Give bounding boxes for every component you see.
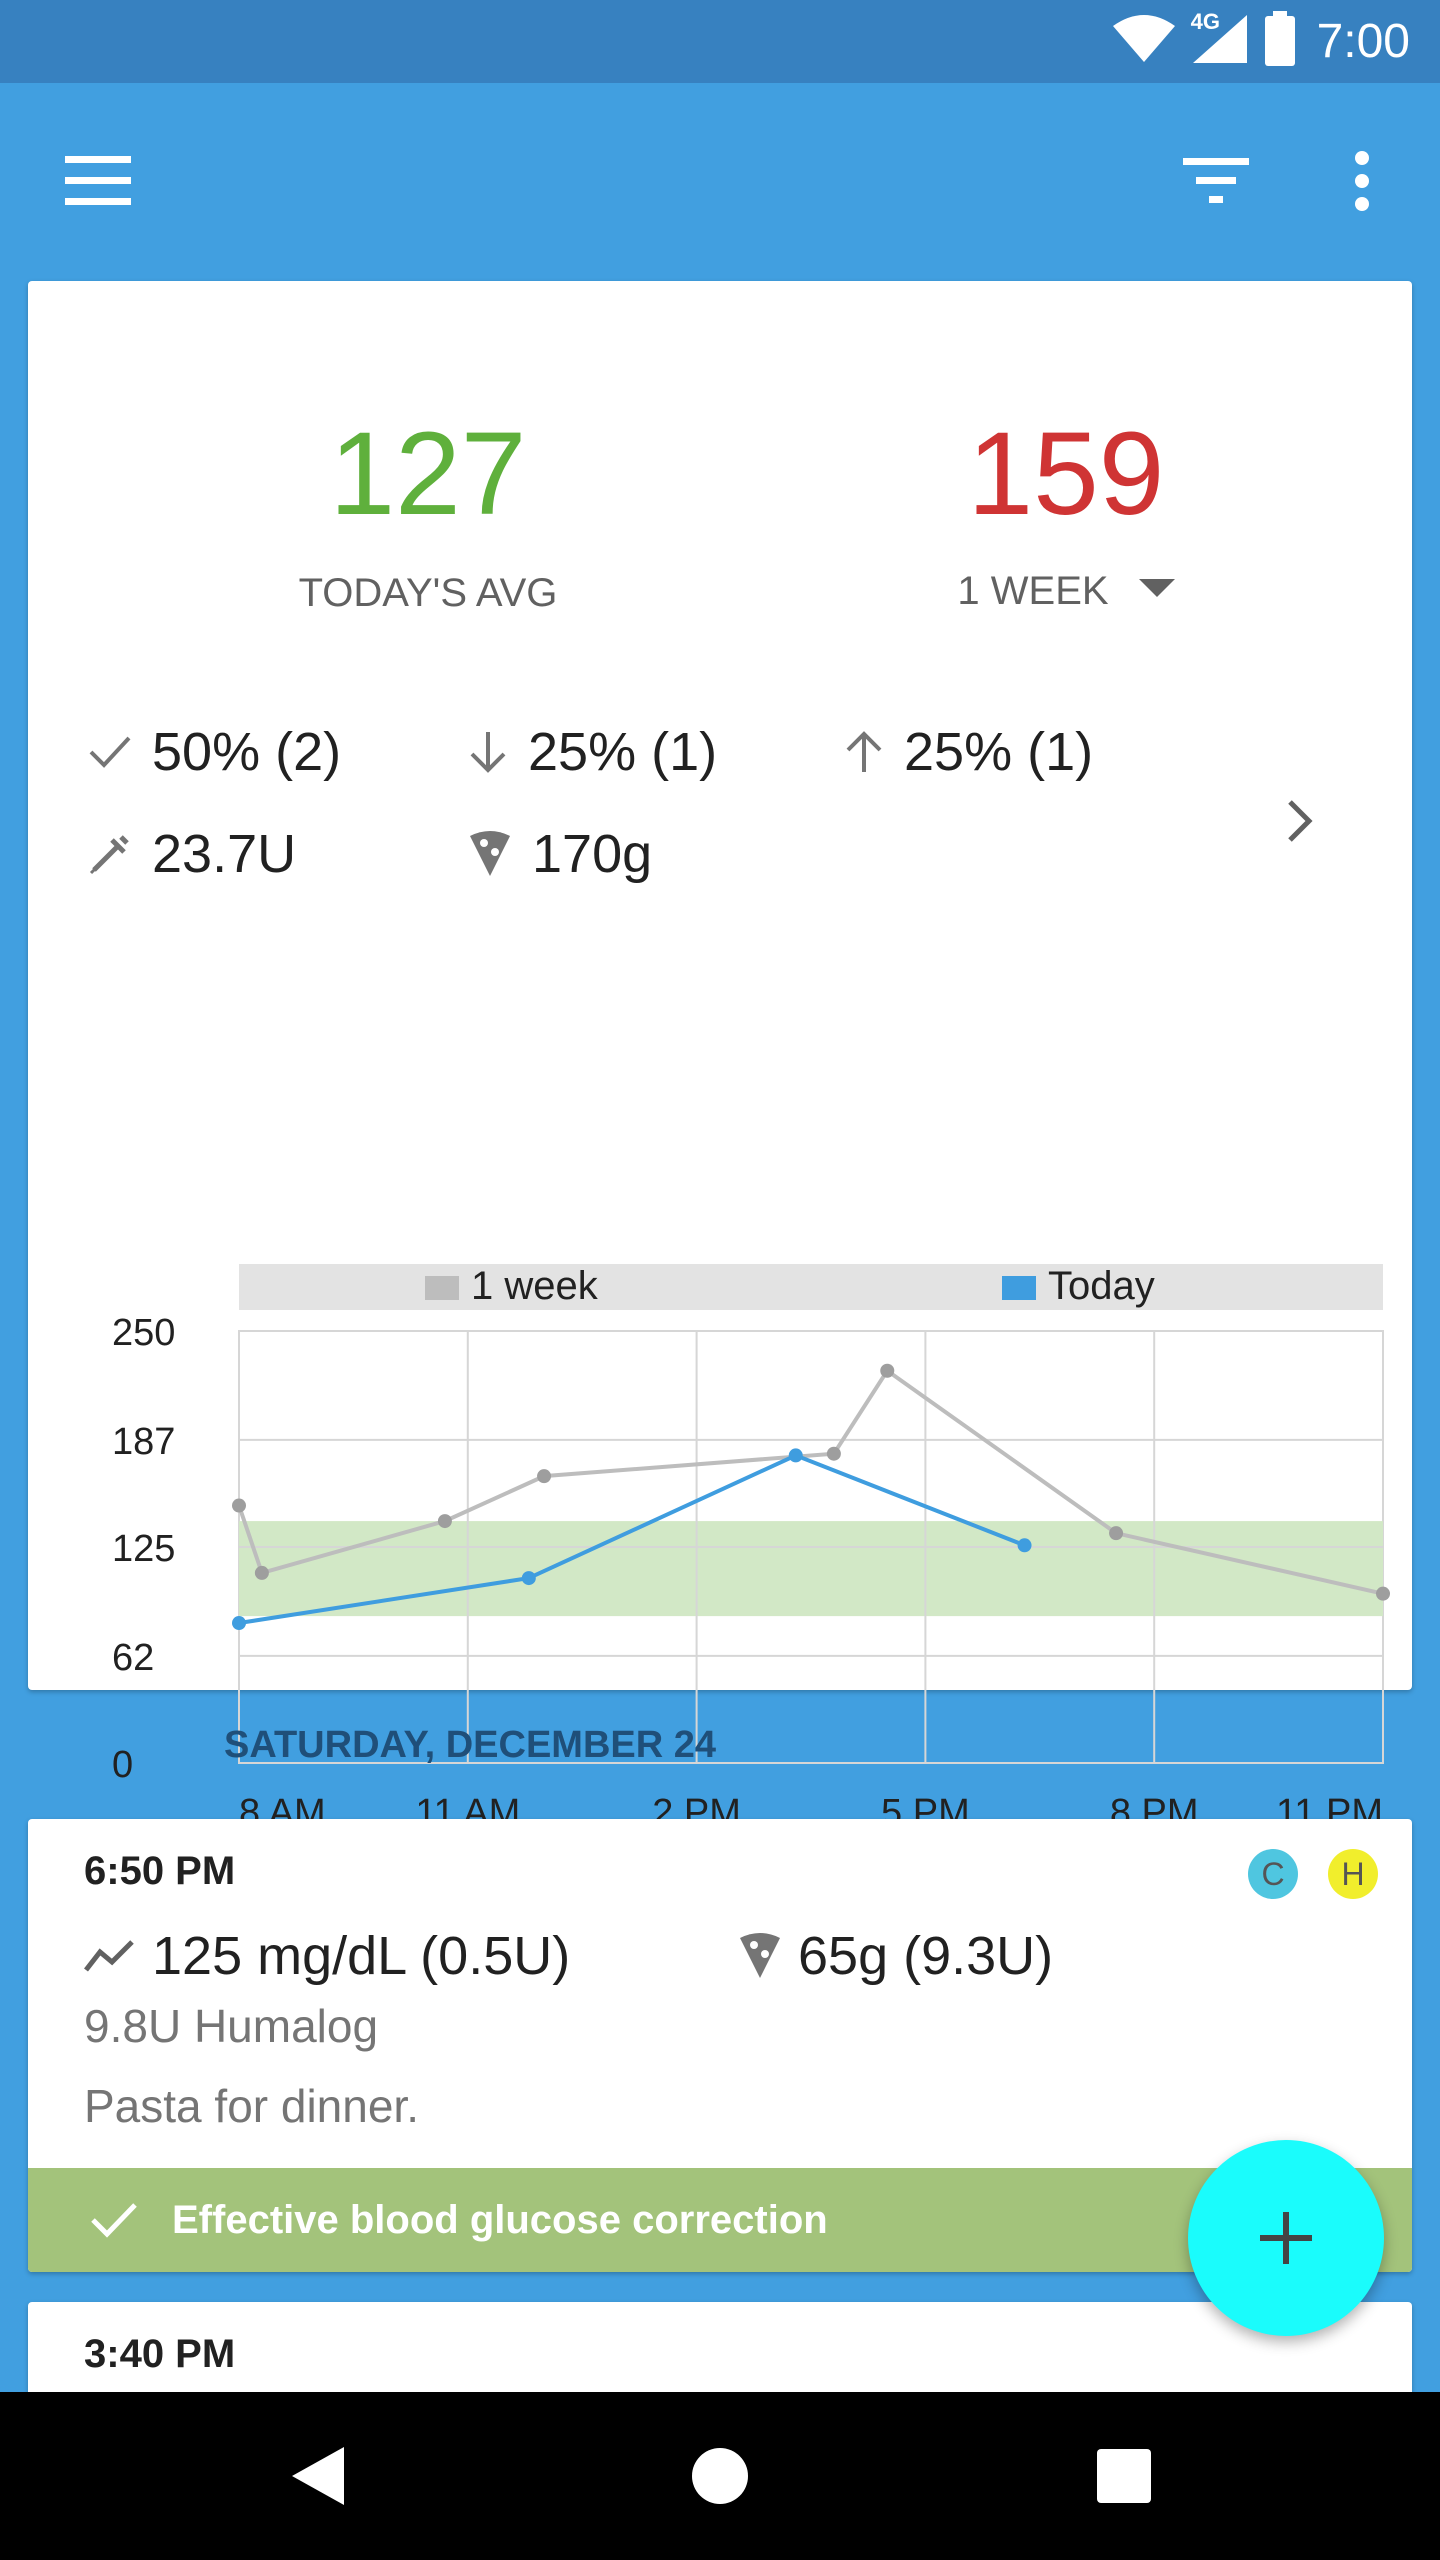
entry-carbs-value: 65g (9.3U) <box>798 1926 1054 1986</box>
filter-icon[interactable] <box>1168 133 1264 229</box>
check-icon <box>91 2203 137 2238</box>
data-point-today <box>1017 1538 1032 1553</box>
legend-swatch-today <box>1002 1276 1036 1300</box>
entry-note: Pasta for dinner. <box>84 2080 419 2132</box>
summary-card: 127 TODAY'S AVG 159 1 WEEK 50% (2) 25% (… <box>28 281 1412 1912</box>
data-point-1week <box>1109 1526 1124 1541</box>
battery-icon <box>1263 11 1297 72</box>
tag-c-label: C <box>1261 1855 1285 1892</box>
data-point-1week <box>254 1565 269 1580</box>
signal-icon: 4G <box>1191 9 1249 70</box>
data-point-today <box>521 1571 536 1586</box>
today-avg-label: TODAY'S AVG <box>298 571 558 615</box>
y-tick-label: 250 <box>112 1312 175 1354</box>
menu-icon[interactable] <box>50 133 146 229</box>
in-range-value: 50% (2) <box>152 722 342 782</box>
legend-swatch-1week <box>425 1276 459 1300</box>
arrow-up-icon <box>846 731 882 772</box>
data-point-today <box>232 1616 246 1631</box>
correction-banner-label: Effective blood glucose correction <box>172 2197 828 2242</box>
entry-glucose-value: 125 mg/dL (0.5U) <box>152 1926 571 1986</box>
above-range-value: 25% (1) <box>904 722 1094 782</box>
data-point-1week <box>537 1469 552 1484</box>
add-icon <box>1260 2212 1312 2264</box>
insulin-total: 23.7U <box>152 824 297 884</box>
insulin-stat: 23.7U <box>88 823 296 885</box>
status-bar: 4G 7:00 <box>0 0 1440 83</box>
y-tick-label: 125 <box>112 1528 175 1570</box>
syringe-icon <box>89 835 129 875</box>
add-entry-button[interactable] <box>1188 2140 1384 2336</box>
check-icon <box>89 736 131 768</box>
carbs-total: 170g <box>532 824 653 884</box>
today-avg-value: 127 <box>329 408 527 540</box>
app-bar <box>0 83 1440 278</box>
entry-carbs: 65g (9.3U) <box>738 1925 1053 1987</box>
data-point-1week <box>826 1446 841 1461</box>
period-selector[interactable]: 1 WEEK <box>866 569 1266 614</box>
status-icons: 4G 7:00 <box>1111 0 1410 83</box>
y-tick-label: 187 <box>112 1421 175 1463</box>
target-range-band <box>239 1521 1383 1617</box>
data-point-1week <box>1376 1586 1390 1601</box>
legend-label: 1 week <box>471 1264 599 1308</box>
pizza-icon <box>470 831 510 876</box>
recents-icon[interactable] <box>1076 2428 1172 2524</box>
above-range-stat: 25% (1) <box>844 721 1093 783</box>
entry-glucose: 125 mg/dL (0.5U) <box>84 1925 570 1987</box>
legend-label: Today <box>1048 1264 1155 1308</box>
home-icon[interactable] <box>672 2428 768 2524</box>
tag-h-badge: H <box>1328 1849 1378 1899</box>
wifi-icon <box>1111 14 1177 69</box>
more-vert-icon[interactable] <box>1314 133 1410 229</box>
tag-h-label: H <box>1341 1855 1365 1892</box>
period-label: 1 WEEK <box>957 569 1109 613</box>
y-tick-label: 0 <box>112 1744 133 1786</box>
network-type-label: 4G <box>1190 9 1220 34</box>
data-point-1week <box>437 1514 452 1529</box>
navigation-bar <box>0 2392 1440 2560</box>
period-avg-value: 159 <box>967 408 1165 540</box>
y-tick-label: 62 <box>112 1637 154 1679</box>
trend-icon <box>84 1940 134 1972</box>
carbs-stat: 170g <box>468 823 652 885</box>
status-time: 7:00 <box>1316 15 1410 68</box>
below-range-value: 25% (1) <box>528 722 718 782</box>
glucose-chart: 1 week Today 0 62 125 187 250 8 AM 11 AM 2 PM 5 PM… <box>78 971 1408 1851</box>
entry-insulin: 9.8U Humalog <box>84 2000 379 2052</box>
entry-time: 3:40 PM <box>84 2332 236 2376</box>
chevron-right-icon[interactable] <box>1260 781 1340 861</box>
in-range-stat: 50% (2) <box>88 721 341 783</box>
dropdown-arrow-icon <box>1138 579 1175 604</box>
chart-legend <box>239 1264 1383 1310</box>
arrow-down-icon <box>470 732 506 773</box>
pizza-icon <box>740 1933 780 1978</box>
date-header: SATURDAY, DECEMBER 24 <box>224 1724 716 1766</box>
entry-time: 6:50 PM <box>84 1849 236 1893</box>
data-point-today <box>788 1448 803 1463</box>
data-point-1week <box>232 1498 246 1513</box>
data-point-1week <box>880 1363 895 1378</box>
below-range-stat: 25% (1) <box>468 721 717 783</box>
tag-c-badge: C <box>1248 1849 1298 1899</box>
back-icon[interactable] <box>270 2428 366 2524</box>
